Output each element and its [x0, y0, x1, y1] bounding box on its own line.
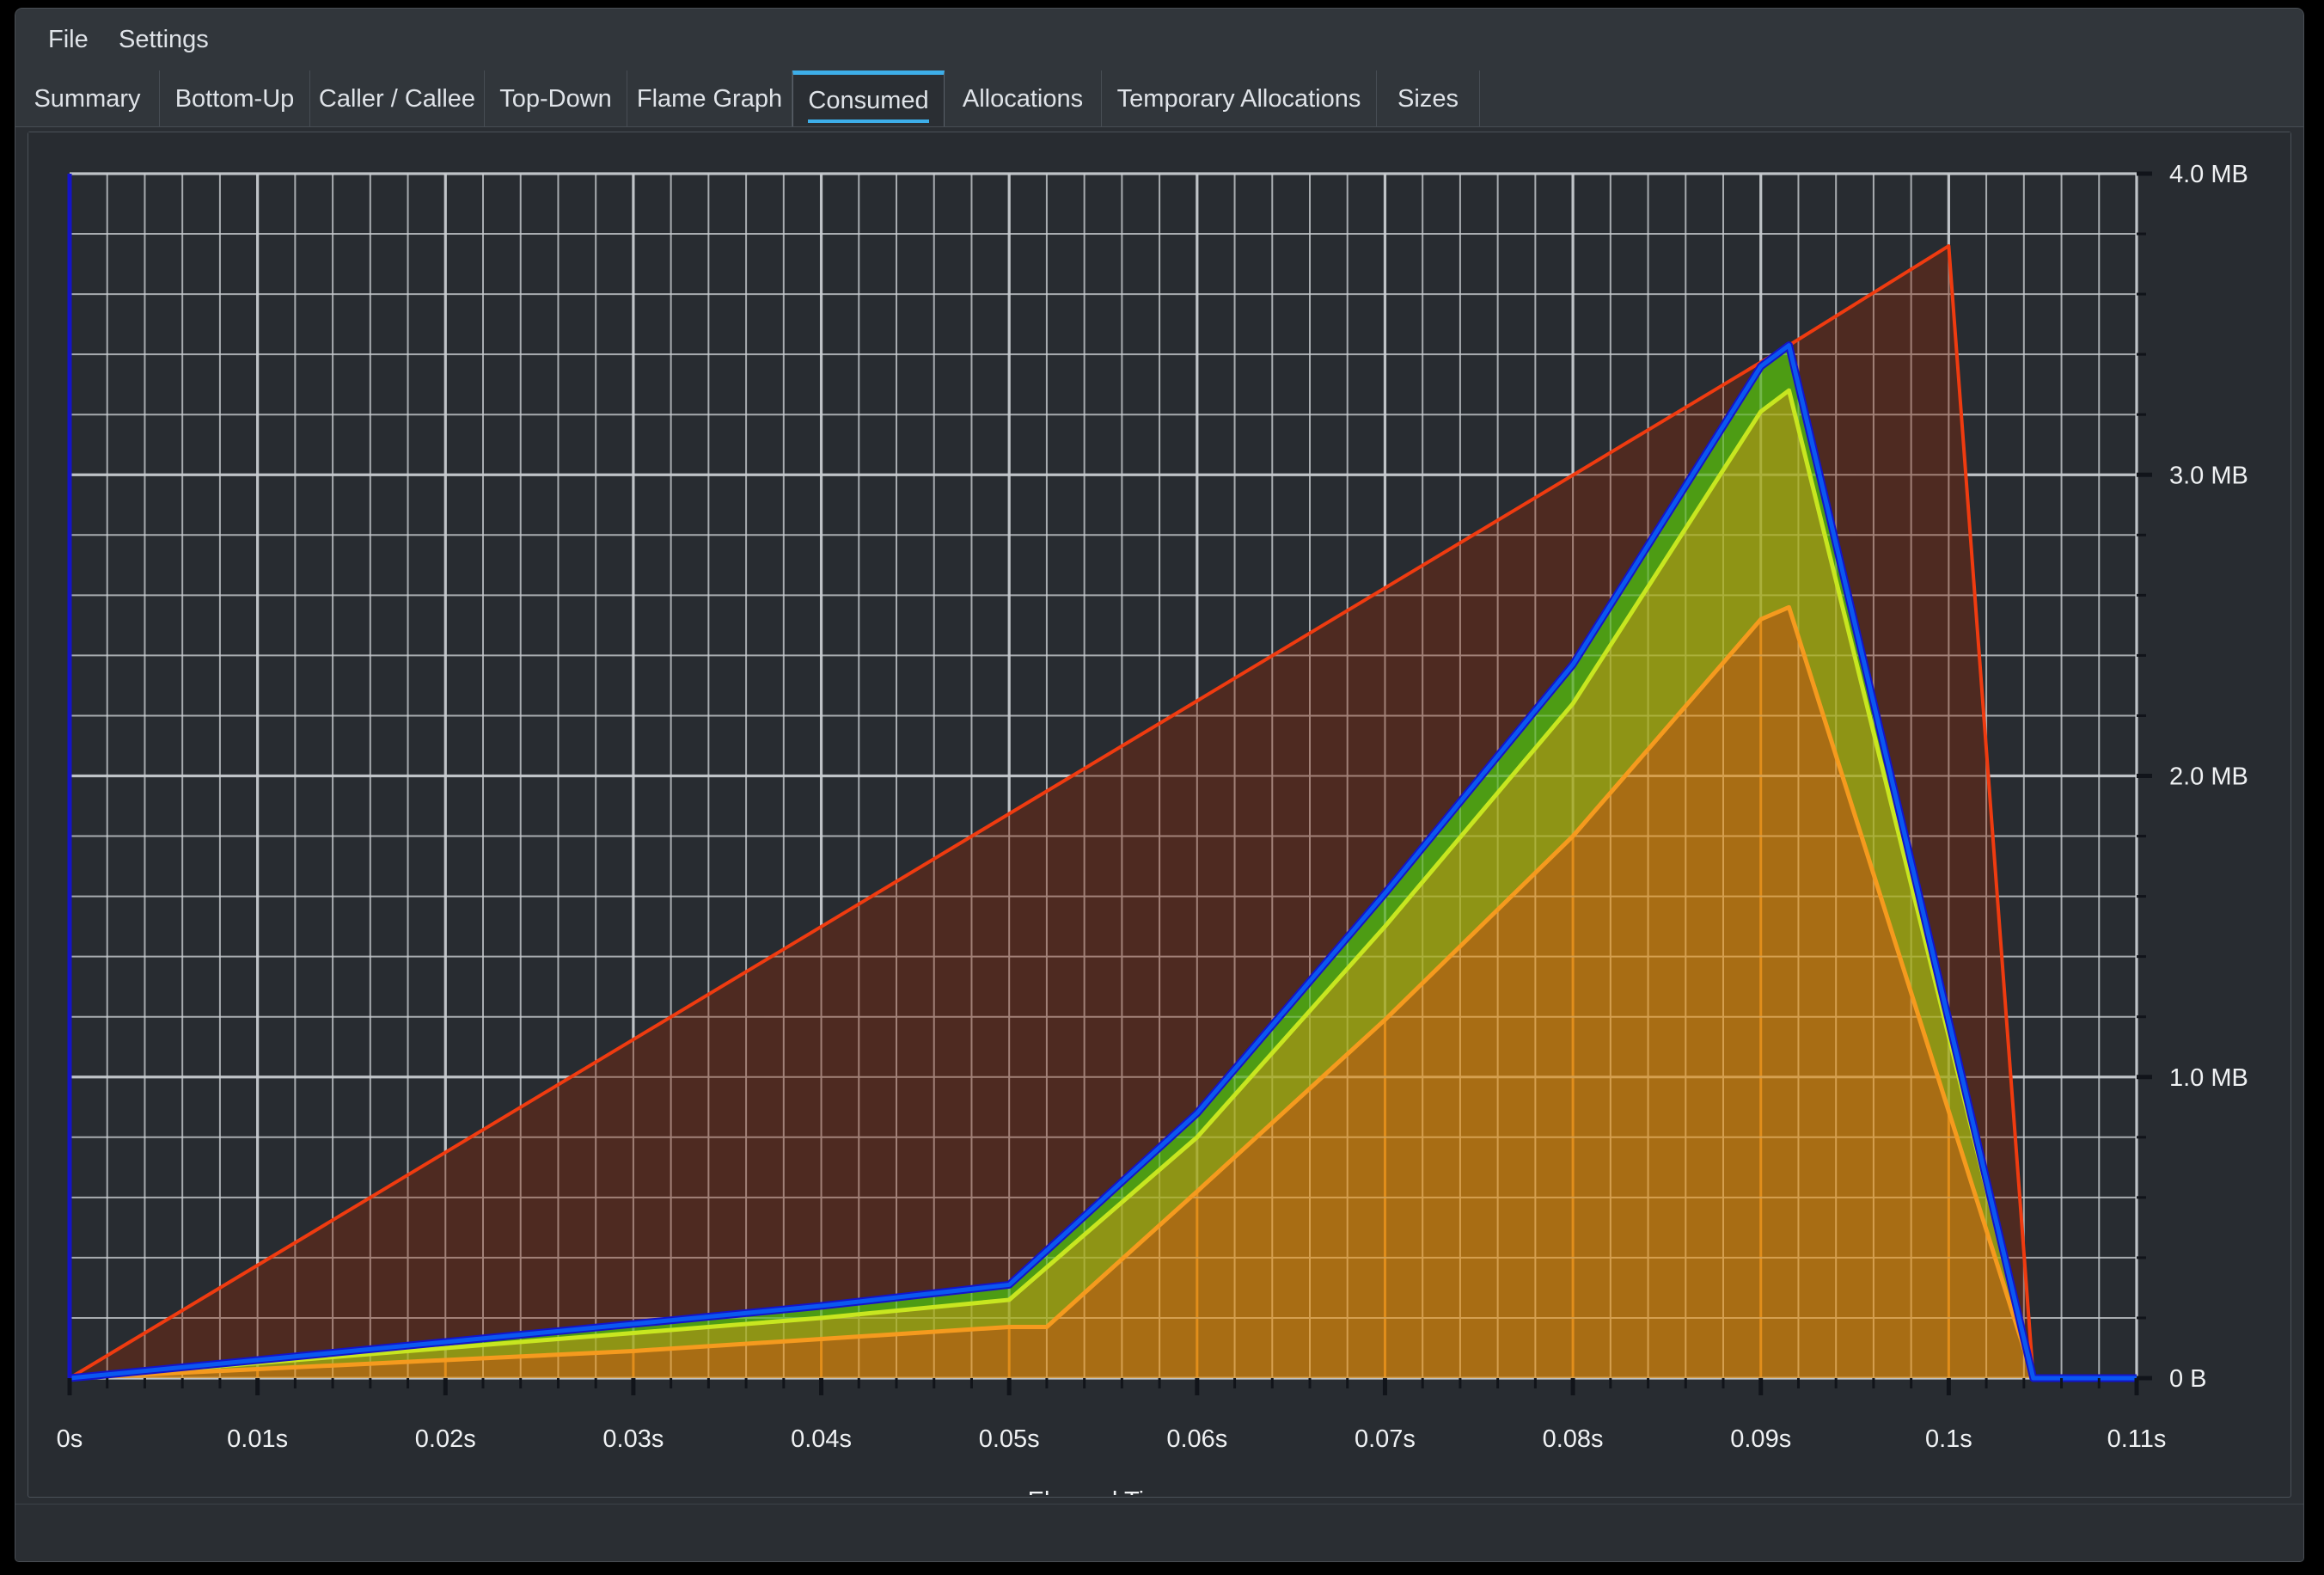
tab-temporary-allocations-label: Temporary Allocations [1116, 85, 1361, 113]
x-tick-label: 0.11s [2107, 1425, 2167, 1453]
tab-allocations-label: Allocations [962, 85, 1084, 113]
chart-svg[interactable]: 0s 0.01s 0.02s 0.03s 0.04s 0.05s 0.06s 0.07s 0.0… [28, 132, 2290, 1495]
x-tick-label: 0.1s [1925, 1425, 1972, 1453]
tab-bottom-up-label: Bottom-Up [174, 85, 295, 113]
tab-temporary-allocations[interactable]: Temporary Allocations [1102, 70, 1377, 127]
tab-allocations[interactable]: Allocations [945, 70, 1102, 127]
tab-caller-callee-label: Caller / Callee [318, 85, 476, 113]
tab-flame-graph-label: Flame Graph [636, 85, 783, 113]
menu-bar: File Settings [15, 9, 2303, 71]
x-tick-label: 0.08s [1543, 1425, 1604, 1453]
y-tick-label: 4.0 MB [2169, 161, 2248, 188]
tab-summary[interactable]: Summary [15, 70, 160, 127]
y-tick-label: 0 B [2169, 1365, 2207, 1393]
x-tick-label: 0.06s [1166, 1425, 1227, 1453]
x-tick-label: 0.05s [979, 1425, 1040, 1453]
y-tick-label: 2.0 MB [2169, 763, 2248, 791]
tab-bar: Summary Bottom-Up Caller / Callee Top-Do… [15, 70, 2303, 127]
memory-consumed-chart: 0s 0.01s 0.02s 0.03s 0.04s 0.05s 0.06s 0.07s 0.0… [28, 132, 2290, 1497]
x-tick-label: 0.07s [1355, 1425, 1416, 1453]
y-tick-label: 1.0 MB [2169, 1064, 2248, 1092]
status-bar [15, 1504, 2303, 1561]
application-window: File Settings Summary Bottom-Up Caller /… [15, 9, 2303, 1561]
desktop-background: File Settings Summary Bottom-Up Caller /… [0, 0, 2324, 1575]
x-tick-label: 0.02s [415, 1425, 476, 1453]
tab-sizes-label: Sizes [1397, 85, 1459, 113]
menu-item-settings[interactable]: Settings [107, 9, 221, 70]
tab-consumed[interactable]: Consumed [792, 70, 945, 127]
tab-flame-graph[interactable]: Flame Graph [627, 70, 792, 127]
x-tick-label: 0s [57, 1425, 83, 1453]
tab-top-down-label: Top-Down [499, 85, 612, 113]
tab-summary-label: Summary [34, 85, 141, 113]
tab-sizes[interactable]: Sizes [1377, 70, 1480, 127]
chart-panel: 0s 0.01s 0.02s 0.03s 0.04s 0.05s 0.06s 0.07s 0.0… [28, 132, 2291, 1498]
tab-bottom-up[interactable]: Bottom-Up [160, 70, 310, 127]
menu-item-file[interactable]: File [36, 9, 101, 70]
x-tick-label: 0.01s [227, 1425, 288, 1453]
y-tick-label: 3.0 MB [2169, 462, 2248, 489]
x-axis-title: Elapsed Time [1028, 1487, 1179, 1495]
tab-caller-callee[interactable]: Caller / Callee [310, 70, 485, 127]
x-tick-label: 0.04s [791, 1425, 852, 1453]
tab-consumed-label: Consumed [808, 87, 929, 123]
tab-content-consumed: 0s 0.01s 0.02s 0.03s 0.04s 0.05s 0.06s 0.07s 0.0… [15, 127, 2303, 1503]
tab-top-down[interactable]: Top-Down [485, 70, 627, 127]
x-tick-label: 0.09s [1730, 1425, 1791, 1453]
x-tick-label: 0.03s [602, 1425, 664, 1453]
